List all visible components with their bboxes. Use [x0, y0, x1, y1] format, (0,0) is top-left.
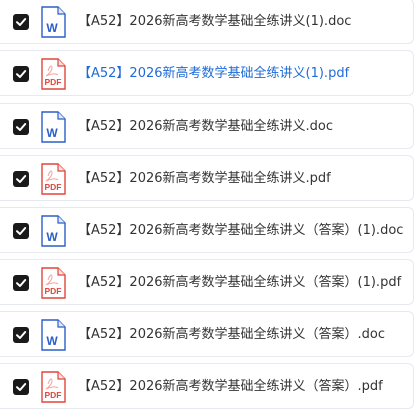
- checkmark-icon: [16, 331, 27, 339]
- checkmark-icon: [16, 227, 27, 235]
- file-name[interactable]: 【A52】2026新高考数学基础全练讲义(1).doc: [78, 12, 351, 32]
- file-name[interactable]: 【A52】2026新高考数学基础全练讲义.pdf: [78, 169, 331, 189]
- file-checkbox[interactable]: [13, 379, 29, 395]
- file-row[interactable]: W 【A52】2026新高考数学基础全练讲义(1).doc: [0, 0, 414, 44]
- checkmark-icon: [16, 383, 27, 391]
- pdf-icon-label: PDF: [45, 286, 62, 296]
- word-doc-icon: W: [41, 319, 66, 351]
- file-checkbox[interactable]: [13, 327, 29, 343]
- pdf-file-icon: PDF: [41, 371, 66, 403]
- pdf-file-icon: PDF: [41, 267, 66, 299]
- checkmark-icon: [16, 70, 27, 78]
- file-name[interactable]: 【A52】2026新高考数学基础全练讲义（答案）(1).doc: [78, 221, 403, 241]
- pdf-icon-label: PDF: [45, 182, 62, 192]
- checkmark-icon: [16, 279, 27, 287]
- file-row[interactable]: W 【A52】2026新高考数学基础全练讲义（答案）(1).doc: [0, 207, 414, 253]
- file-row[interactable]: PDF 【A52】2026新高考数学基础全练讲义（答案）.pdf: [0, 363, 414, 409]
- file-name[interactable]: 【A52】2026新高考数学基础全练讲义（答案）.pdf: [78, 377, 383, 397]
- file-row[interactable]: PDF 【A52】2026新高考数学基础全练讲义(1).pdf: [0, 50, 414, 96]
- checkmark-icon: [16, 123, 27, 131]
- file-checkbox[interactable]: [13, 66, 29, 82]
- file-row[interactable]: W 【A52】2026新高考数学基础全练讲义.doc: [0, 103, 414, 149]
- checkmark-icon: [16, 175, 27, 183]
- file-row[interactable]: PDF 【A52】2026新高考数学基础全练讲义.pdf: [0, 155, 414, 201]
- file-name[interactable]: 【A52】2026新高考数学基础全练讲义(1).pdf: [78, 64, 349, 84]
- file-row[interactable]: W 【A52】2026新高考数学基础全练讲义（答案）.doc: [0, 311, 414, 357]
- file-checkbox[interactable]: [13, 275, 29, 291]
- file-checkbox[interactable]: [13, 223, 29, 239]
- file-checkbox[interactable]: [13, 119, 29, 135]
- file-list: W 【A52】2026新高考数学基础全练讲义(1).doc PDF 【A52】2…: [0, 0, 416, 410]
- file-row[interactable]: PDF 【A52】2026新高考数学基础全练讲义（答案）(1).pdf: [0, 259, 414, 305]
- word-icon-label: W: [46, 21, 58, 35]
- pdf-file-icon: PDF: [41, 163, 66, 195]
- word-doc-icon: W: [41, 215, 66, 247]
- pdf-icon-label: PDF: [45, 390, 62, 400]
- file-name[interactable]: 【A52】2026新高考数学基础全练讲义（答案）(1).pdf: [78, 273, 401, 293]
- file-name[interactable]: 【A52】2026新高考数学基础全练讲义（答案）.doc: [78, 325, 385, 345]
- file-name[interactable]: 【A52】2026新高考数学基础全练讲义.doc: [78, 117, 333, 137]
- word-icon-label: W: [46, 230, 58, 244]
- checkmark-icon: [16, 18, 27, 26]
- pdf-file-icon: PDF: [41, 58, 66, 90]
- word-icon-label: W: [46, 126, 58, 140]
- pdf-icon-label: PDF: [45, 77, 62, 87]
- file-checkbox[interactable]: [13, 171, 29, 187]
- word-icon-label: W: [46, 334, 58, 348]
- file-checkbox[interactable]: [13, 14, 29, 30]
- word-doc-icon: W: [41, 6, 66, 38]
- word-doc-icon: W: [41, 111, 66, 143]
